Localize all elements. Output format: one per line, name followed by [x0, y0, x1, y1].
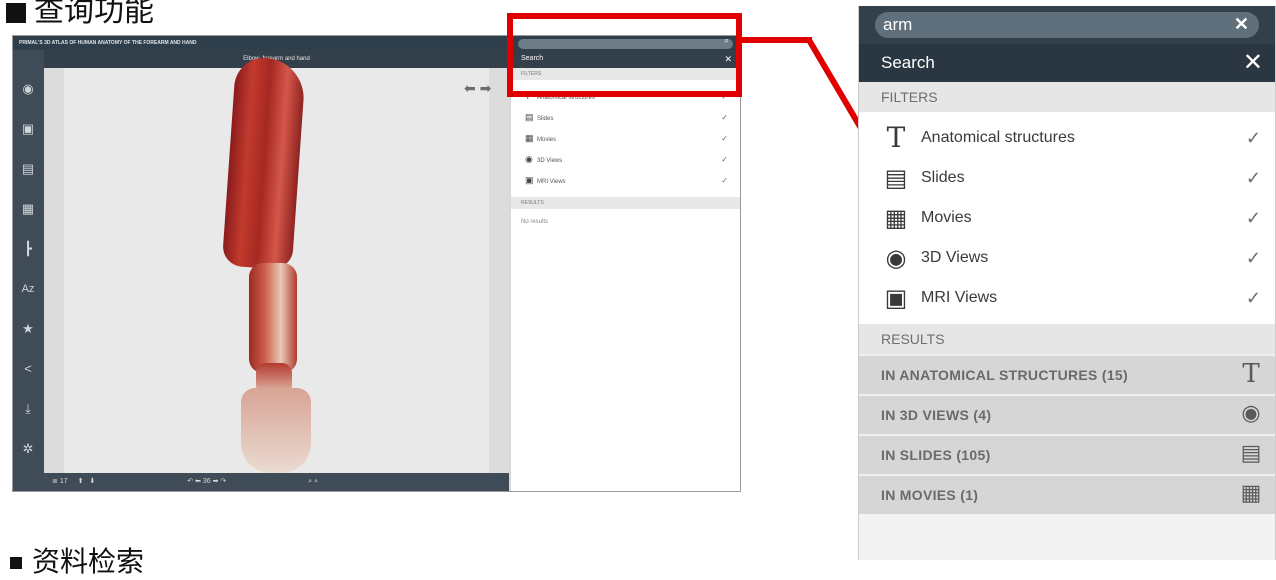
text-t-icon: T [886, 121, 906, 154]
filter-label: Slides [921, 169, 965, 186]
app-no-results: No results [521, 219, 549, 225]
slides-icon[interactable]: ▤ [19, 160, 37, 178]
filter-label: 3D Views [921, 249, 989, 266]
filter-mri-views[interactable]: ▣ MRI Views ✓ [859, 278, 1275, 318]
app-filter-label: 3D Views [537, 158, 563, 164]
check-icon: ✓ [1245, 288, 1261, 308]
result-slides[interactable]: IN SLIDES (105) ▤ [859, 434, 1275, 474]
filter-label: Anatomical structures [921, 129, 1075, 146]
mri-icon: ▣ [884, 284, 908, 312]
check-icon: ✓ [721, 134, 728, 143]
mri-icon: ▣ [525, 175, 534, 185]
app-bottom-toolbar: ≣ 17 ⬆ ⬇ ↶ ⬅ 36 ➡ ↷ ⌕ ⌕ [44, 473, 509, 491]
mri-icon[interactable]: ▣ [19, 120, 37, 138]
slide-icon: ▤ [1240, 441, 1262, 466]
download-icon[interactable]: ⤓ [19, 400, 37, 418]
check-icon: ✓ [721, 113, 728, 122]
search-bar: ✕ [859, 6, 1275, 44]
slide-bottom-text-label: 资料检索 [32, 545, 145, 578]
text-t-icon: T [1242, 359, 1260, 389]
3d-rotate-icon: ◉ [525, 154, 533, 164]
layer-up-icon[interactable]: ⬆ [78, 478, 84, 485]
app-filter-slides[interactable]: ▤ Slides ✓ [511, 107, 740, 128]
rotate-left-icon[interactable]: ↶ ⬅ [187, 478, 201, 485]
slide-bottom-text: 资料检索 [10, 540, 144, 580]
slide-icon: ▤ [525, 112, 534, 122]
clear-icon[interactable]: ✕ [1234, 14, 1249, 35]
check-icon: ✓ [721, 176, 728, 185]
layer-down-icon[interactable]: ⬇ [89, 478, 95, 485]
result-label: IN SLIDES (105) [881, 447, 991, 463]
app-filter-mri-views[interactable]: ▣ MRI Views ✓ [511, 170, 740, 191]
canvas-left-margin [44, 68, 64, 473]
highlight-connector-top [740, 37, 812, 43]
app-results-label: RESULTS [511, 197, 740, 209]
3d-rotate-icon: ◉ [1241, 401, 1261, 426]
check-icon: ✓ [1245, 208, 1261, 228]
layer-count: 17 [59, 478, 68, 485]
slide-heading-text: 查询功能 [34, 0, 154, 29]
rotation-value: 36 [202, 478, 211, 485]
movie-camera-icon: ▦ [525, 133, 534, 143]
filters-list: T Anatomical structures ✓ ▤ Slides ✓ ▦ M… [859, 112, 1275, 324]
slide-heading: 查询功能 [6, 0, 154, 30]
app-filter-label: MRI Views [537, 179, 566, 185]
app-filter-3d-views[interactable]: ◉ 3D Views ✓ [511, 149, 740, 170]
anatomy-canvas[interactable]: ⬅ ➡ [44, 55, 509, 473]
square-bullet-icon [6, 2, 26, 23]
result-movies[interactable]: IN MOVIES (1) ▦ [859, 474, 1275, 514]
close-icon[interactable]: ✕ [1243, 44, 1263, 82]
result-label: IN MOVIES (1) [881, 487, 979, 503]
check-icon: ✓ [1245, 248, 1261, 268]
hand-model [241, 388, 311, 473]
search-panel-enlarged: ✕ Search ✕ FILTERS T Anatomical structur… [858, 6, 1276, 560]
forearm-model-upper [221, 55, 307, 271]
back-forward-arrows[interactable]: ⬅ ➡ [464, 80, 491, 97]
result-label: IN 3D VIEWS (4) [881, 407, 992, 423]
3d-view-icon[interactable]: ◉ [19, 80, 37, 98]
filter-label: Movies [921, 209, 972, 226]
settings-icon[interactable]: ✲ [19, 440, 37, 458]
filter-anatomical-structures[interactable]: T Anatomical structures ✓ [859, 118, 1275, 158]
zoom-out-icon[interactable]: ⌕ [314, 478, 318, 485]
check-icon: ✓ [1245, 168, 1261, 188]
highlight-box [507, 13, 742, 97]
filter-movies[interactable]: ▦ Movies ✓ [859, 198, 1275, 238]
app-sidebar: ◉ ▣ ▤ ▦ ┣ Aᴢ ★ < ⤓ ✲ [13, 50, 44, 491]
app-filter-label: Movies [537, 137, 557, 143]
search-title: Search [881, 53, 935, 72]
star-icon[interactable]: ★ [19, 320, 37, 338]
check-icon: ✓ [1245, 128, 1261, 148]
az-index-icon[interactable]: Aᴢ [19, 280, 37, 298]
search-input[interactable] [883, 12, 1213, 38]
filter-3d-views[interactable]: ◉ 3D Views ✓ [859, 238, 1275, 278]
movie-camera-icon: ▦ [884, 204, 908, 232]
tree-icon[interactable]: ┣ [19, 240, 37, 258]
3d-rotate-icon: ◉ [885, 244, 907, 272]
search-input-wrapper: ✕ [875, 12, 1259, 38]
movie-camera-icon: ▦ [1240, 481, 1262, 506]
rotate-right-icon[interactable]: ➡ ↷ [213, 478, 227, 485]
canvas-right-margin [489, 68, 509, 473]
app-screenshot: PRIMAL'S 3D ATLAS OF HUMAN ANATOMY OF TH… [12, 35, 741, 492]
app-search-panel: Search ✕ FILTERS T Anatomical structures ✓ … [511, 50, 740, 491]
result-label: IN ANATOMICAL STRUCTURES (15) [881, 367, 1128, 383]
result-anatomical-structures[interactable]: IN ANATOMICAL STRUCTURES (15) T [859, 354, 1275, 394]
check-icon: ✓ [721, 155, 728, 164]
search-header: Search ✕ [859, 44, 1275, 82]
slide-icon: ▤ [884, 164, 908, 192]
layers-icon[interactable]: ≣ [52, 478, 58, 485]
filter-label: MRI Views [921, 289, 998, 306]
movies-icon[interactable]: ▦ [19, 200, 37, 218]
results-label: RESULTS [859, 324, 1275, 354]
app-filter-movies[interactable]: ▦ Movies ✓ [511, 128, 740, 149]
share-icon[interactable]: < [19, 360, 37, 378]
filters-label: FILTERS [859, 82, 1275, 112]
app-filter-label: Slides [537, 116, 554, 122]
result-3d-views[interactable]: IN 3D VIEWS (4) ◉ [859, 394, 1275, 434]
filter-slides[interactable]: ▤ Slides ✓ [859, 158, 1275, 198]
zoom-in-icon[interactable]: ⌕ [308, 478, 312, 485]
square-bullet-icon [10, 557, 22, 569]
forearm-model-lower [249, 263, 297, 373]
